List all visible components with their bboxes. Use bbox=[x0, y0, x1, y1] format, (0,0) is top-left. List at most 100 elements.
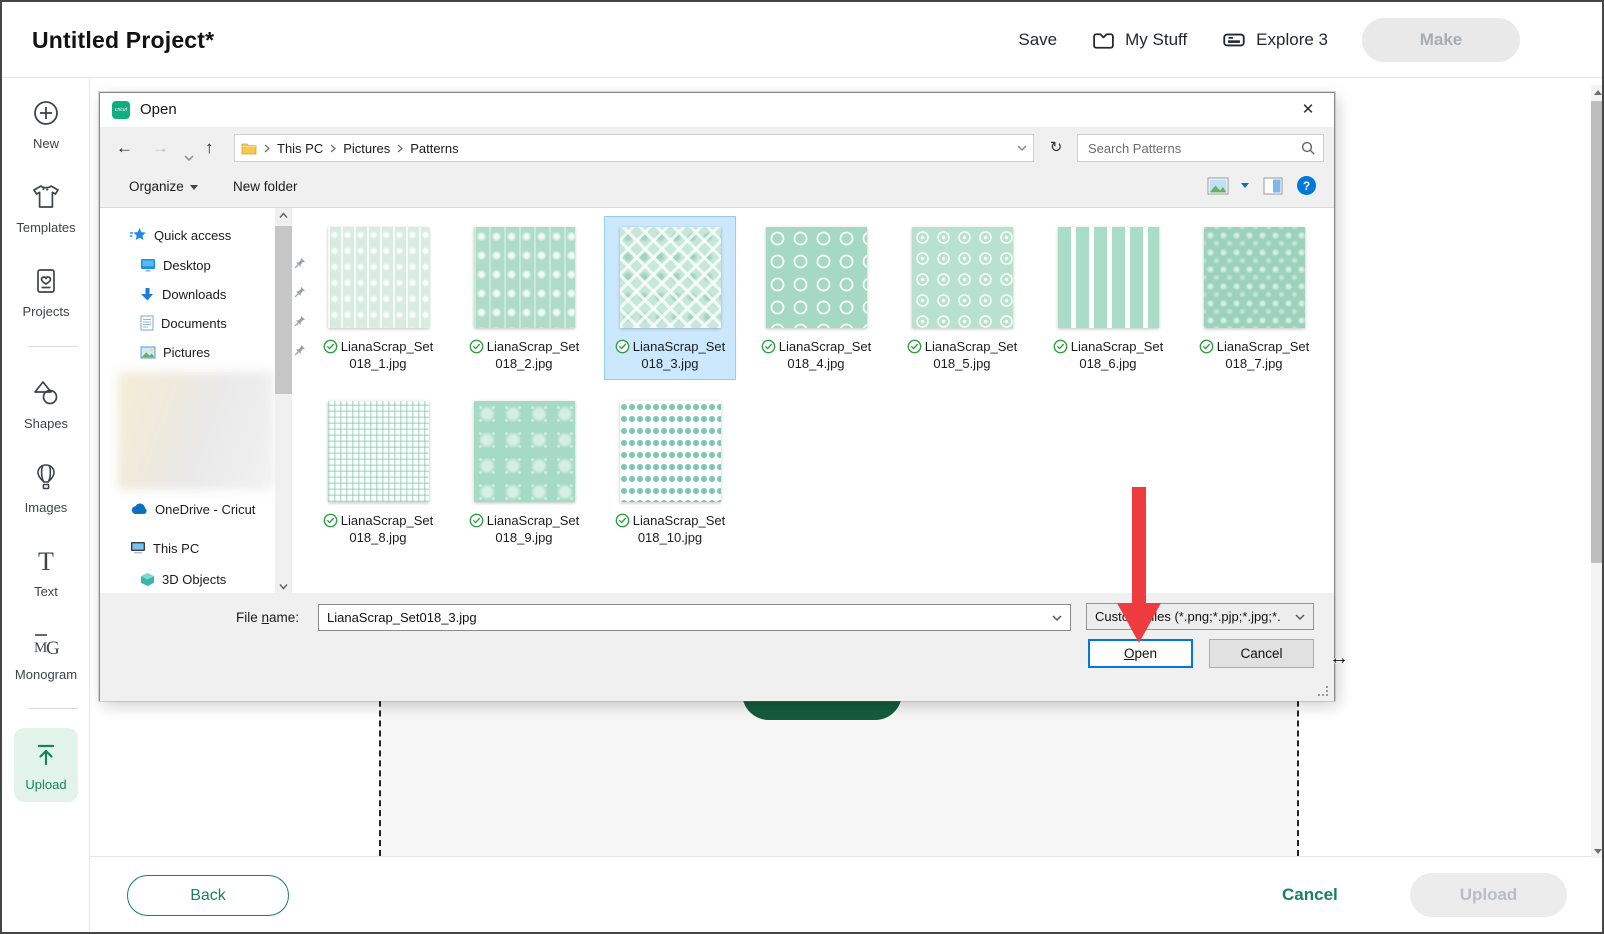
breadcrumb-patterns[interactable]: Patterns bbox=[410, 141, 458, 156]
pin-icon[interactable] bbox=[293, 315, 306, 328]
back-button[interactable]: Back bbox=[127, 875, 289, 916]
cube-icon bbox=[140, 572, 155, 587]
breadcrumb-chevron-icon bbox=[397, 144, 403, 153]
help-icon[interactable]: ? bbox=[1297, 176, 1316, 195]
file-grid: LianaScrap_Set018_1.jpg LianaScrap_Set018… bbox=[312, 216, 1320, 554]
sidebar: New Templates Projects Shapes Images T T… bbox=[2, 78, 90, 932]
organize-menu[interactable]: Organize bbox=[129, 171, 198, 203]
search-box[interactable] bbox=[1077, 134, 1324, 162]
file-thumbnail bbox=[1204, 227, 1305, 328]
sidebar-item-text[interactable]: T Text bbox=[2, 546, 90, 599]
sidebar-item-templates[interactable]: Templates bbox=[2, 182, 90, 235]
address-bar[interactable]: This PC Pictures Patterns bbox=[234, 134, 1034, 162]
tree-item-3d-objects[interactable]: 3D Objects bbox=[140, 568, 226, 590]
file-item[interactable]: LianaScrap_Set018_7.jpg bbox=[1188, 216, 1320, 380]
pin-icon[interactable] bbox=[293, 286, 306, 299]
file-label: LianaScrap_Set018_6.jpg bbox=[1053, 338, 1164, 372]
file-item[interactable]: LianaScrap_Set018_4.jpg bbox=[750, 216, 882, 380]
sidebar-item-projects[interactable]: Projects bbox=[2, 266, 90, 319]
red-annotation-arrow bbox=[1117, 487, 1161, 643]
tree-item-downloads[interactable]: Downloads bbox=[140, 283, 275, 305]
new-folder-button[interactable]: New folder bbox=[233, 171, 298, 203]
combo-chevron-icon[interactable] bbox=[1052, 614, 1062, 622]
save-button[interactable]: Save bbox=[1018, 30, 1057, 50]
desktop-icon bbox=[140, 258, 156, 272]
tree-item-onedrive[interactable]: OneDrive - Cricut bbox=[130, 498, 255, 520]
breadcrumb-this-pc[interactable]: This PC bbox=[277, 141, 323, 156]
scroll-down-chevron-icon[interactable] bbox=[279, 583, 288, 590]
file-label: LianaScrap_Set018_7.jpg bbox=[1199, 338, 1310, 372]
file-item[interactable]: LianaScrap_Set018_3.jpg bbox=[604, 216, 736, 380]
thumbnail-view-icon bbox=[1207, 177, 1229, 195]
tree-scrollbar[interactable] bbox=[275, 208, 292, 593]
file-thumbnail bbox=[620, 401, 721, 502]
download-arrow-icon bbox=[140, 287, 155, 302]
file-item[interactable]: LianaScrap_Set018_6.jpg bbox=[1042, 216, 1174, 380]
nav-back-icon[interactable]: ← bbox=[116, 134, 133, 162]
tree-scrollbar-thumb[interactable] bbox=[275, 226, 292, 394]
sidebar-item-images[interactable]: Images bbox=[2, 462, 90, 515]
sidebar-item-monogram[interactable]: MG Monogram bbox=[2, 629, 90, 682]
file-name-input[interactable] bbox=[319, 610, 1052, 625]
file-thumbnail bbox=[1058, 227, 1159, 328]
tree-item-this-pc[interactable]: This PC bbox=[130, 537, 199, 559]
dialog-cancel-button[interactable]: Cancel bbox=[1209, 639, 1314, 668]
search-input[interactable] bbox=[1078, 141, 1301, 156]
sidebar-item-shapes[interactable]: Shapes bbox=[2, 378, 90, 431]
scroll-up-chevron-icon[interactable] bbox=[279, 212, 288, 219]
scroll-down-arrow[interactable] bbox=[1591, 844, 1604, 858]
upload-icon bbox=[31, 740, 61, 770]
close-icon[interactable]: ✕ bbox=[1290, 93, 1326, 127]
document-icon bbox=[140, 315, 154, 331]
file-label: LianaScrap_Set018_1.jpg bbox=[323, 338, 434, 372]
pin-icon[interactable] bbox=[293, 257, 306, 270]
nav-forward-icon[interactable]: → bbox=[152, 134, 169, 162]
file-item[interactable]: LianaScrap_Set018_8.jpg bbox=[312, 390, 444, 554]
dialog-title-bar[interactable]: cricut Open ✕ bbox=[100, 93, 1334, 127]
sidebar-item-upload[interactable]: Upload bbox=[14, 728, 78, 802]
tree-item-documents[interactable]: Documents bbox=[140, 312, 275, 334]
resize-grip[interactable] bbox=[1317, 685, 1328, 696]
tree-item-pictures[interactable]: Pictures bbox=[140, 341, 275, 363]
file-item[interactable]: LianaScrap_Set018_10.jpg bbox=[604, 390, 736, 554]
my-stuff-button[interactable]: My Stuff bbox=[1091, 28, 1187, 53]
file-label: LianaScrap_Set018_2.jpg bbox=[469, 338, 580, 372]
address-dropdown-chevron-icon[interactable] bbox=[1017, 144, 1027, 152]
file-thumbnail bbox=[474, 401, 575, 502]
breadcrumb-pictures[interactable]: Pictures bbox=[343, 141, 390, 156]
file-item[interactable]: LianaScrap_Set018_2.jpg bbox=[458, 216, 590, 380]
page-scrollbar[interactable] bbox=[1591, 85, 1604, 858]
refresh-icon[interactable]: ↻ bbox=[1044, 134, 1068, 162]
file-name-combo[interactable] bbox=[318, 604, 1071, 631]
file-thumbnail bbox=[474, 227, 575, 328]
file-thumbnail bbox=[912, 227, 1013, 328]
upload-button-disabled[interactable]: Upload bbox=[1410, 873, 1567, 917]
hot-air-balloon-icon bbox=[31, 462, 61, 492]
file-thumbnail bbox=[766, 227, 867, 328]
sync-ok-icon bbox=[1199, 339, 1214, 354]
tree-item-desktop[interactable]: Desktop bbox=[140, 254, 275, 276]
tree-item-quick-access[interactable]: Quick access bbox=[130, 224, 231, 246]
monogram-icon: MG bbox=[29, 629, 63, 659]
preview-pane-icon[interactable] bbox=[1263, 177, 1283, 195]
file-label: LianaScrap_Set018_4.jpg bbox=[761, 338, 872, 372]
quick-access-star-icon bbox=[130, 227, 147, 243]
file-item[interactable]: LianaScrap_Set018_5.jpg bbox=[896, 216, 1028, 380]
recent-locations-chevron-icon[interactable] bbox=[184, 144, 194, 172]
pin-icon[interactable] bbox=[293, 344, 306, 357]
sidebar-item-new[interactable]: New bbox=[2, 98, 90, 151]
page-scrollbar-thumb[interactable] bbox=[1591, 101, 1604, 563]
caret-down-icon bbox=[190, 185, 198, 190]
make-button[interactable]: Make bbox=[1362, 18, 1520, 62]
file-item[interactable]: LianaScrap_Set018_1.jpg bbox=[312, 216, 444, 380]
file-label: LianaScrap_Set018_10.jpg bbox=[615, 512, 726, 546]
scroll-up-arrow[interactable] bbox=[1591, 85, 1604, 99]
open-button[interactable]: Open bbox=[1088, 639, 1193, 668]
nav-up-icon[interactable]: ↑ bbox=[205, 134, 214, 162]
change-view-button[interactable] bbox=[1207, 177, 1249, 195]
cancel-link[interactable]: Cancel bbox=[1282, 857, 1338, 933]
sidebar-divider bbox=[28, 346, 78, 347]
file-label: LianaScrap_Set018_8.jpg bbox=[323, 512, 434, 546]
file-item[interactable]: LianaScrap_Set018_9.jpg bbox=[458, 390, 590, 554]
explore-machine-button[interactable]: Explore 3 bbox=[1221, 27, 1328, 53]
